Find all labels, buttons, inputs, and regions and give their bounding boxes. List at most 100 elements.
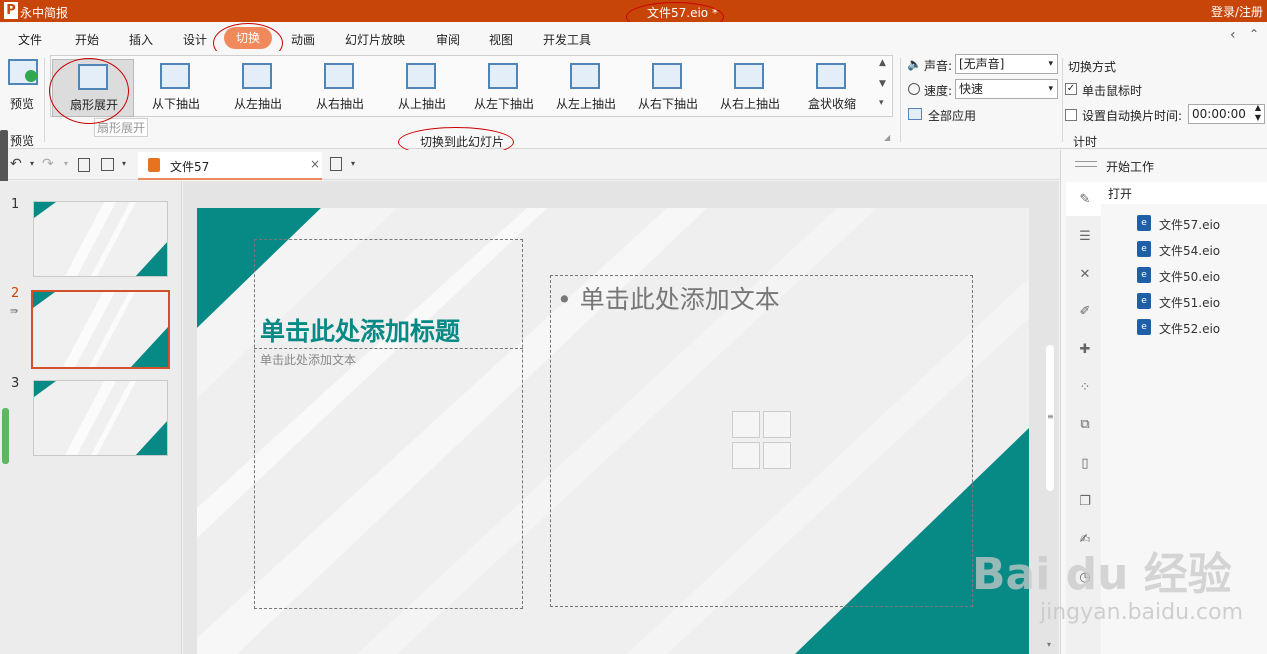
start-work-heading: 开始工作 (1106, 160, 1155, 174)
insert-table-icon[interactable] (732, 411, 760, 438)
crop-icon[interactable]: ⧉ (1077, 417, 1093, 433)
transition-label: 从左抽出 (233, 97, 282, 111)
tools-icon[interactable]: ✕ (1077, 267, 1093, 283)
transition-from-upper-left-button[interactable]: 从左上抽出 (545, 59, 627, 117)
apply-all-icon (908, 108, 922, 120)
menu-insert[interactable]: 插入 (129, 31, 153, 48)
arrow-down-icon (160, 63, 190, 89)
switch-mode-label: 切换方式 (1068, 60, 1117, 74)
apps-icon[interactable]: ⁘ (1077, 380, 1093, 396)
open-heading[interactable]: 打开 (1108, 185, 1132, 202)
puzzle-icon[interactable]: ✚ (1077, 342, 1093, 358)
chevron-down-icon[interactable]: ▾ (122, 159, 126, 168)
menu-developer[interactable]: 开发工具 (543, 31, 591, 48)
print-preview-icon[interactable] (78, 158, 90, 172)
document-tab[interactable] (138, 152, 322, 180)
gallery-scroll-down-icon[interactable]: ▼ (879, 79, 886, 89)
save-icon[interactable] (101, 158, 114, 171)
app-logo-icon: P (4, 2, 18, 19)
on-click-checkbox[interactable]: ✓ (1065, 83, 1077, 95)
slide-thumbnail-2[interactable] (31, 290, 170, 369)
auto-advance-checkbox[interactable] (1065, 109, 1077, 121)
transition-from-top-button[interactable]: 从上抽出 (381, 59, 463, 117)
arrow-up-icon (406, 63, 436, 89)
gallery-expand-icon[interactable]: ▾ (879, 98, 884, 108)
timing-group-label: 计时 (1073, 135, 1098, 149)
menu-home[interactable]: 开始 (75, 31, 99, 48)
chevron-left-icon[interactable]: ‹ (1230, 27, 1236, 43)
transition-label: 从右上抽出 (719, 97, 780, 111)
slide-title-placeholder[interactable]: 单击此处添加标题 (260, 312, 460, 348)
collapse-ribbon-icon[interactable]: ⌃ (1249, 27, 1259, 41)
transition-from-lower-right-button[interactable]: 从右下抽出 (627, 59, 709, 117)
recent-file-label: 文件52.eio (1159, 322, 1221, 336)
watermark-logo: Bai du 经验 (972, 549, 1232, 600)
chevron-down-icon[interactable]: ▾ (30, 159, 34, 168)
file-icon: e (1137, 293, 1151, 309)
content-placeholder-text[interactable]: • 单击此处添加文本 (557, 280, 780, 316)
transition-label: 从上抽出 (397, 97, 446, 111)
dialog-launcher-icon[interactable]: ◢ (884, 133, 890, 142)
sound-select[interactable]: [无声音] ▾ (955, 54, 1058, 74)
transition-from-bottom-button[interactable]: 从下抽出 (135, 59, 217, 117)
apply-all-button[interactable]: 全部应用 (928, 107, 976, 124)
preview-group-label: 预览 (10, 134, 35, 148)
transition-from-left-button[interactable]: 从左抽出 (217, 59, 299, 117)
transition-from-right-button[interactable]: 从右抽出 (299, 59, 381, 117)
chevron-down-icon[interactable]: ▾ (64, 159, 68, 168)
transition-from-lower-left-button[interactable]: 从左下抽出 (463, 59, 545, 117)
slide-thumbnail-1[interactable] (33, 201, 168, 277)
app-name: 永中简报 (20, 6, 69, 20)
pencil-icon[interactable]: ✎ (1077, 192, 1093, 208)
transition-label: 盒状收缩 (807, 97, 856, 111)
menu-animation[interactable]: 动画 (291, 31, 315, 48)
copy-icon[interactable]: ❐ (1077, 494, 1093, 510)
transition-box-in-button[interactable]: 盒状收缩 (791, 59, 873, 117)
scroll-down-icon[interactable]: ▾ (1047, 640, 1051, 649)
arrow-right-icon (324, 63, 354, 89)
highlight-ellipse-fan (49, 58, 129, 124)
document-icon (148, 158, 160, 172)
close-tab-icon[interactable]: × (310, 157, 320, 171)
preview-icon[interactable] (8, 59, 38, 85)
menu-review[interactable]: 审阅 (436, 31, 460, 48)
sound-label: 声音: (924, 59, 953, 73)
content-placeholder-box[interactable] (550, 275, 973, 607)
slide-subtitle-placeholder[interactable]: 单击此处添加文本 (260, 351, 356, 368)
auto-time-input[interactable]: 00:00:00 ▲ ▼ (1188, 103, 1265, 124)
login-link[interactable]: 登录/注册 (1211, 3, 1263, 20)
transition-from-upper-right-button[interactable]: 从右上抽出 (709, 59, 791, 117)
pane-grip-icon (1075, 161, 1097, 167)
on-click-label: 单击鼠标时 (1082, 84, 1143, 98)
gallery-scroll-up-icon[interactable]: ▲ (879, 58, 886, 68)
undo-icon[interactable]: ↶ (10, 156, 22, 172)
spinner-icon[interactable]: ▲ ▼ (1255, 103, 1261, 123)
divider (1062, 58, 1063, 142)
insert-chart-icon[interactable] (763, 411, 791, 438)
menu-view[interactable]: 视图 (489, 31, 513, 48)
new-document-icon[interactable] (330, 157, 342, 171)
chevron-down-icon[interactable]: ▾ (351, 159, 355, 168)
file-icon: e (1137, 215, 1151, 231)
brush-icon[interactable]: ✐ (1077, 304, 1093, 320)
transition-label: 从下抽出 (151, 97, 200, 111)
box-shrink-icon (816, 63, 846, 89)
slide-thumbnail-3[interactable] (33, 380, 168, 456)
insert-picture-icon[interactable] (732, 442, 760, 469)
speed-select[interactable]: 快速 ▾ (955, 79, 1058, 99)
slide-number: 1 (11, 197, 20, 212)
transition-label: 从右抽出 (315, 97, 364, 111)
redo-icon[interactable]: ↷ (42, 156, 54, 172)
menu-design[interactable]: 设计 (183, 31, 207, 48)
chevron-down-icon: ▾ (1048, 84, 1053, 94)
arrow-down-left-icon (488, 63, 518, 89)
menu-file[interactable]: 文件 (18, 31, 42, 48)
side-handle[interactable] (0, 130, 8, 188)
sliders-icon[interactable]: ☰ (1077, 229, 1093, 245)
menu-slideshow[interactable]: 幻灯片放映 (345, 31, 405, 48)
clipboard-icon[interactable]: ▯ (1077, 456, 1093, 472)
preview-button-label[interactable]: 预览 (10, 95, 34, 112)
insert-media-icon[interactable] (763, 442, 791, 469)
title-placeholder-box[interactable] (254, 239, 523, 609)
slide-canvas[interactable]: 单击此处添加标题 单击此处添加文本 • 单击此处添加文本 (197, 208, 1029, 654)
